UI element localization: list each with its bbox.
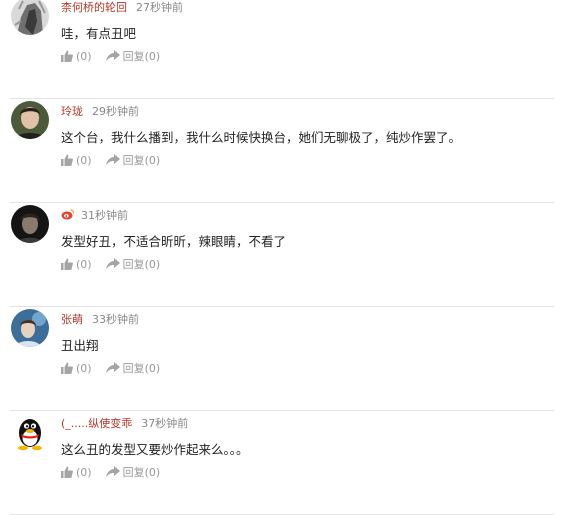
avatar[interactable] — [11, 101, 49, 139]
avatar[interactable] — [11, 309, 49, 347]
thumbs-up-icon — [61, 362, 73, 374]
reply-label: 回复(0) — [122, 466, 161, 479]
reply-button[interactable]: 回复(0) — [105, 49, 161, 65]
reply-arrow-icon — [105, 466, 120, 478]
like-count: (0) — [76, 362, 92, 375]
thumbs-up-icon — [61, 466, 73, 478]
comment-item: 张萌 33秒钟前 丑出翔 (0) 回复(0) — [0, 307, 563, 411]
like-button[interactable]: (0) — [61, 257, 92, 273]
comment-text: 丑出翔 — [61, 338, 99, 353]
reply-label: 回复(0) — [122, 362, 161, 375]
username[interactable]: (_.....纵使变乖 — [61, 417, 132, 430]
reply-arrow-icon — [105, 50, 120, 62]
like-count: (0) — [76, 50, 92, 63]
like-count: (0) — [76, 258, 92, 271]
reply-label: 回复(0) — [122, 154, 161, 167]
timestamp: 29秒钟前 — [92, 105, 139, 118]
dark-portrait-icon — [11, 205, 49, 243]
thumbs-up-icon — [61, 154, 73, 166]
timestamp: 31秒钟前 — [81, 209, 128, 222]
reply-button[interactable]: 回复(0) — [105, 257, 161, 273]
comment-item: (_.....纵使变乖 37秒钟前 这么丑的发型又要炒作起来么。。。 (0) 回复… — [0, 411, 563, 515]
username[interactable]: 张萌 — [61, 313, 83, 326]
like-button[interactable]: (0) — [61, 361, 92, 377]
username[interactable]: 柰何桥的轮回 — [61, 1, 127, 14]
reply-arrow-icon — [105, 258, 120, 270]
man-photo-icon — [11, 101, 49, 139]
timestamp: 33秒钟前 — [92, 313, 139, 326]
like-button[interactable]: (0) — [61, 49, 92, 65]
avatar[interactable] — [11, 413, 49, 451]
reply-button[interactable]: 回复(0) — [105, 153, 161, 169]
like-button[interactable]: (0) — [61, 465, 92, 481]
like-count: (0) — [76, 154, 92, 167]
comment-text: 这么丑的发型又要炒作起来么。。。 — [61, 442, 249, 457]
weibo-icon[interactable] — [61, 209, 75, 220]
avatar[interactable] — [11, 205, 49, 243]
like-button[interactable]: (0) — [61, 153, 92, 169]
reply-button[interactable]: 回复(0) — [105, 465, 161, 481]
avatar[interactable] — [11, 0, 49, 35]
reply-button[interactable]: 回复(0) — [105, 361, 161, 377]
comment-item: 柰何桥的轮回 27秒钟前 哇，有点丑吧 (0) 回复(0) — [0, 0, 563, 99]
username[interactable]: 玲珑 — [61, 105, 83, 118]
comment-item: 玲珑 29秒钟前 这个台，我什么播到，我什么时候快换台，她们无聊极了，纯炒作罢了。… — [0, 99, 563, 203]
comment-text: 这个台，我什么播到，我什么时候快换台，她们无聊极了，纯炒作罢了。 — [61, 130, 462, 145]
blue-portrait-icon — [11, 309, 49, 347]
sketch-portrait-icon — [11, 0, 49, 35]
thumbs-up-icon — [61, 258, 73, 270]
comment-text: 哇，有点丑吧 — [61, 26, 137, 41]
timestamp: 27秒钟前 — [136, 1, 183, 14]
comment-text: 发型好丑，不适合昕昕，辣眼睛，不看了 — [61, 234, 287, 249]
reply-label: 回复(0) — [122, 50, 161, 63]
reply-label: 回复(0) — [122, 258, 161, 271]
reply-arrow-icon — [105, 362, 120, 374]
comment-item: 31秒钟前 发型好丑，不适合昕昕，辣眼睛，不看了 (0) 回复(0) — [0, 203, 563, 307]
timestamp: 37秒钟前 — [141, 417, 189, 430]
qq-penguin-icon — [11, 413, 49, 451]
reply-arrow-icon — [105, 154, 120, 166]
like-count: (0) — [76, 466, 92, 479]
thumbs-up-icon — [61, 50, 73, 62]
